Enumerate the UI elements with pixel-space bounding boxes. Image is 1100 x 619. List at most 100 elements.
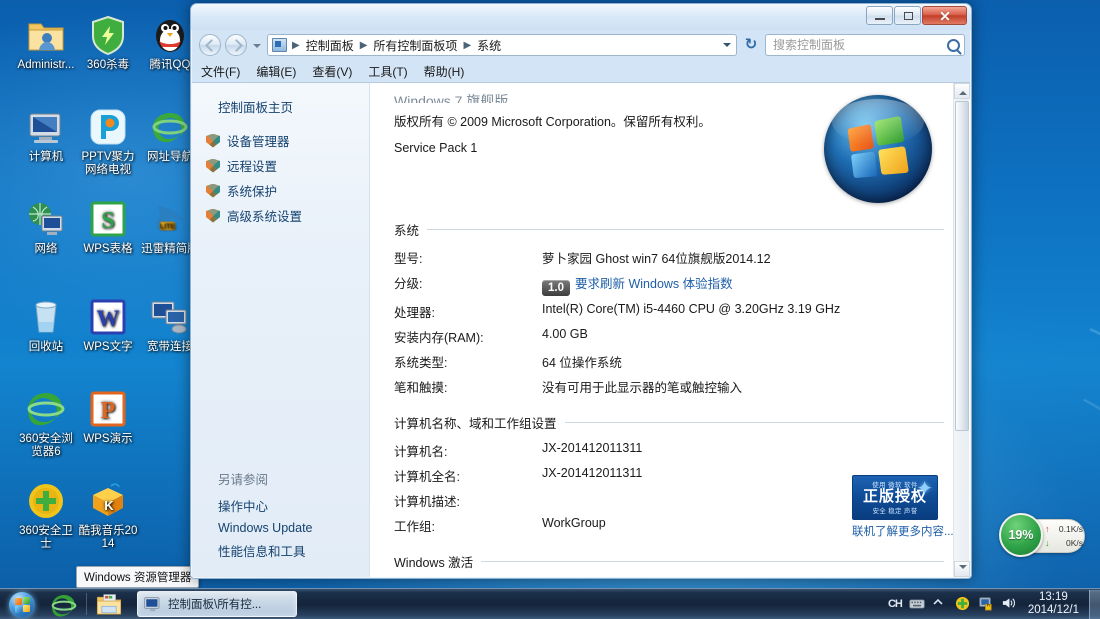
360-browser-icon [25, 388, 67, 430]
desktop-icon-recycle-bin[interactable]: 回收站 [14, 296, 78, 354]
back-button[interactable] [199, 34, 221, 56]
cpu-usage-circle[interactable]: 19% [999, 513, 1043, 557]
clock-date: 2014/12/1 [1027, 604, 1079, 616]
show-hidden-icons-icon[interactable] [932, 596, 948, 612]
row-label: 计算机名: [394, 445, 448, 459]
desktop-icon-360-antivirus[interactable]: 360杀毒 [76, 14, 140, 72]
window-body: 控制面板主页 设备管理器 远程设置 系统保护 高级系统设置 另请参阅 操作中心 … [192, 82, 970, 577]
sidebar-item-remote-settings[interactable]: 远程设置 [192, 153, 369, 178]
content-pane: Windows 7 旗舰版 版权所有 © 2009 Microsoft Corp… [370, 83, 970, 577]
security-tray-icon[interactable] [978, 596, 994, 612]
search-box[interactable] [765, 34, 965, 56]
see-also-title: 另请参阅 [218, 473, 269, 487]
360-tray-icon[interactable] [955, 596, 971, 612]
taskbar-separator [86, 593, 87, 615]
breadcrumb-item-2[interactable]: 系统 [474, 36, 504, 55]
breadcrumb-separator-icon: ▶ [359, 39, 368, 51]
row-value: 64 位操作系统 [542, 356, 622, 370]
section-rule [427, 229, 944, 230]
search-input[interactable] [773, 38, 947, 52]
sidebar-item-system-protection[interactable]: 系统保护 [192, 178, 369, 203]
navigation-bar: ▶ 控制面板 ▶ 所有控制面板项 ▶ 系统 ↻ [191, 30, 971, 60]
see-also-windows-update[interactable]: Windows Update [218, 518, 369, 538]
start-button[interactable] [2, 590, 46, 619]
keyboard-icon[interactable] [909, 596, 925, 612]
breadcrumb-item-1[interactable]: 所有控制面板项 [370, 36, 460, 55]
quicklaunch-internet-explorer[interactable] [46, 590, 82, 619]
window-titlebar[interactable] [191, 4, 971, 30]
desktop-icon-kuwo-music[interactable]: K 酷我音乐2014 [76, 480, 140, 551]
desktop-icon-pptv[interactable]: PPTV聚力 网络电视 [76, 106, 140, 177]
desktop-icon-computer[interactable]: 计算机 [14, 106, 78, 164]
scroll-down-button[interactable] [954, 561, 970, 577]
section-title: 计算机名称、域和工作组设置 [394, 417, 557, 431]
learn-more-online-link[interactable]: 联机了解更多内容... [852, 523, 954, 539]
sidebar-item-advanced-system-settings[interactable]: 高级系统设置 [192, 203, 369, 228]
search-icon [947, 38, 960, 52]
desktop-icon-label: 网络 [34, 243, 58, 255]
sidebar-item-label: 远程设置 [227, 160, 278, 174]
show-desktop-button[interactable] [1089, 589, 1100, 619]
row-label: 安装内存(RAM): [394, 331, 484, 345]
breadcrumb-separator-icon: ▶ [463, 39, 472, 51]
desktop-icon-label: PPTV聚力 网络电视 [81, 151, 135, 176]
sidebar-item-label: 系统保护 [227, 185, 278, 199]
row-value: Intel(R) Core(TM) i5-4460 CPU @ 3.20GHz … [542, 302, 841, 316]
table-row: 笔和触摸: 没有可用于此显示器的笔或触控输入 [394, 374, 944, 399]
desktop-icon-network[interactable]: 网络 [14, 198, 78, 256]
network-speed-widget[interactable]: 19% ↑ 0.1K/s ↓ 0K/s [999, 513, 1087, 559]
scrollbar-thumb[interactable] [955, 101, 969, 431]
sidebar-item-control-panel-home[interactable]: 控制面板主页 [192, 95, 369, 128]
maximize-button[interactable] [894, 6, 921, 25]
svg-text:K: K [104, 498, 114, 513]
wps-presentation-icon: P [87, 388, 129, 430]
quicklaunch-windows-explorer[interactable] [91, 590, 127, 619]
system-tray: CH 13:19 2014/12/1 [888, 590, 1089, 619]
refresh-experience-index-link[interactable]: 要求刷新 Windows 体验指数 [575, 277, 733, 291]
clock[interactable]: 13:19 2014/12/1 [1024, 591, 1083, 617]
close-button[interactable] [922, 6, 967, 25]
desktop-icon-label: 360安全卫士 [19, 525, 73, 550]
see-also-performance-info[interactable]: 性能信息和工具 [218, 538, 369, 563]
refresh-icon[interactable]: ↻ [741, 35, 761, 55]
shield-green-icon [87, 14, 129, 56]
minimize-button[interactable] [866, 6, 893, 25]
ime-indicator[interactable]: CH [888, 598, 903, 610]
recent-locations-button[interactable] [251, 35, 263, 55]
see-also-action-center[interactable]: 操作中心 [218, 493, 369, 518]
menu-tools[interactable]: 工具(T) [368, 63, 407, 80]
windows-orb-icon [9, 591, 35, 618]
breadcrumb-separator-icon: ▶ [292, 39, 300, 51]
volume-icon[interactable] [1001, 596, 1017, 612]
menu-help[interactable]: 帮助(H) [424, 63, 465, 80]
computer-icon [25, 106, 67, 148]
svg-text:W: W [97, 306, 120, 331]
breadcrumb-item-0[interactable]: 控制面板 [303, 36, 357, 55]
menu-edit[interactable]: 编辑(E) [256, 63, 296, 80]
system-properties-window[interactable]: ▶ 控制面板 ▶ 所有控制面板项 ▶ 系统 ↻ 文件(F) 编辑(E) 查看(V… [190, 3, 972, 579]
section-rule [564, 422, 944, 423]
breadcrumb: ▶ 控制面板 ▶ 所有控制面板项 ▶ 系统 [291, 36, 504, 55]
scroll-up-button[interactable] [954, 83, 970, 99]
shield-icon [206, 208, 220, 223]
menu-file[interactable]: 文件(F) [201, 63, 240, 80]
menu-view[interactable]: 查看(V) [312, 63, 352, 80]
desktop-icon-360-guard[interactable]: 360安全卫士 [14, 480, 78, 551]
taskbar-item-label: 控制面板\所有控... [168, 599, 262, 611]
address-bar[interactable]: ▶ 控制面板 ▶ 所有控制面板项 ▶ 系统 [267, 34, 737, 56]
vertical-scrollbar[interactable] [953, 83, 970, 577]
desktop-icon-administrator[interactable]: Administr... [14, 14, 78, 72]
table-row: 计算机名: JX-201412011311 [394, 438, 944, 463]
forward-button[interactable] [225, 34, 247, 56]
row-label: 笔和触摸: [394, 381, 448, 395]
taskbar-item-control-panel[interactable]: 控制面板\所有控... [137, 591, 297, 617]
desktop-icon-360-browser[interactable]: 360安全浏览器6 [14, 388, 78, 459]
sidebar-item-device-manager[interactable]: 设备管理器 [192, 128, 369, 153]
desktop-icon-wps-spreadsheet[interactable]: S WPS表格 [76, 198, 140, 256]
sidebar: 控制面板主页 设备管理器 远程设置 系统保护 高级系统设置 另请参阅 操作中心 … [192, 83, 370, 577]
address-dropdown-icon[interactable] [719, 35, 734, 55]
desktop-icon-wps-presentation[interactable]: P WPS演示 [76, 388, 140, 446]
row-value: 1.0 要求刷新 Windows 体验指数 [542, 270, 944, 299]
row-label: 计算机全名: [394, 470, 460, 484]
desktop-icon-wps-writer[interactable]: W WPS文字 [76, 296, 140, 354]
